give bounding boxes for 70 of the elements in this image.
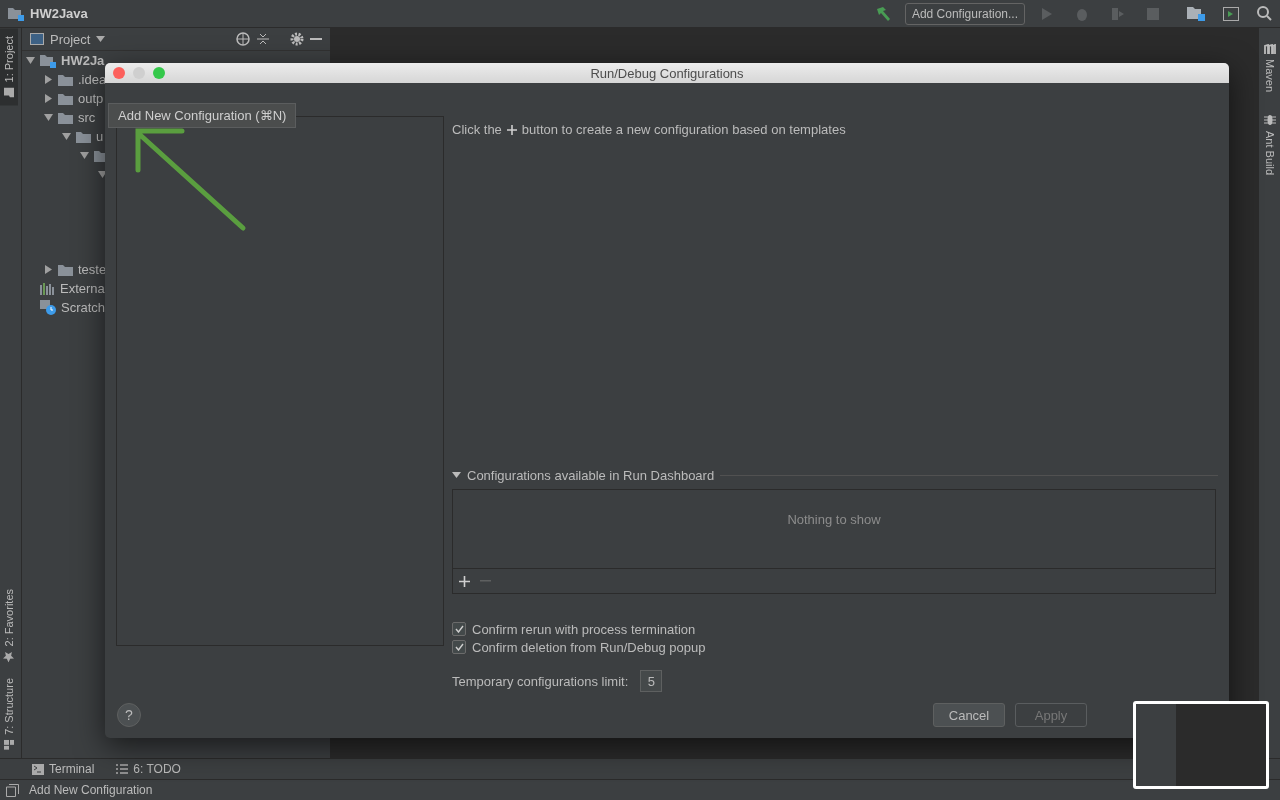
ant-icon [1263, 114, 1276, 127]
screenshot-thumbnail[interactable] [1133, 701, 1269, 789]
checkbox-label: Confirm rerun with process termination [472, 621, 696, 637]
section-title: Configurations available in Run Dashboard [467, 468, 715, 484]
collapse-all-icon[interactable] [256, 32, 270, 46]
project-view-dropdown[interactable]: Project [50, 31, 91, 47]
limit-label: Temporary configurations limit: [452, 673, 629, 689]
tooltip: Add New Configuration (⌘N) [108, 103, 297, 128]
folder-icon [4, 87, 14, 98]
terminal-window-icon[interactable] [1223, 6, 1239, 21]
folder-icon [58, 111, 73, 124]
tool-window-tab[interactable]: 6: TODO [116, 762, 181, 776]
crosshair-icon[interactable] [236, 32, 250, 46]
m-letter-icon [1263, 44, 1276, 54]
tool-window-tab[interactable]: Terminal [32, 762, 95, 776]
list-icon [116, 764, 129, 774]
collapsed-arrow-icon[interactable] [44, 94, 53, 103]
expanded-arrow-icon[interactable] [26, 56, 35, 65]
tool-window-tab[interactable]: Maven [1259, 36, 1280, 101]
close-window-button[interactable] [113, 67, 125, 79]
expanded-arrow-icon[interactable] [452, 472, 461, 480]
window-icon[interactable] [6, 783, 19, 797]
status-text: Add New Configuration [29, 783, 153, 797]
tree-item-label[interactable]: Scratch [61, 300, 106, 315]
module-folder-icon [8, 6, 24, 21]
expanded-arrow-icon[interactable] [44, 113, 53, 122]
settings-icon[interactable] [290, 32, 304, 46]
tool-window-tab[interactable]: 7: Structure [0, 670, 18, 758]
scratch-icon [40, 300, 56, 315]
dialog-button[interactable]: Cancel [933, 703, 1005, 727]
hint-text: Click the [452, 122, 502, 138]
folder-icon[interactable] [1187, 6, 1205, 21]
collapsed-arrow-icon[interactable] [44, 75, 53, 84]
caret-icon[interactable] [96, 36, 106, 42]
checkbox-label: Confirm deletion from Run/Debug popup [472, 639, 706, 655]
tree-item-label[interactable]: HW2Ja [61, 53, 105, 68]
folder-icon [58, 92, 73, 105]
window-icon [30, 33, 44, 45]
dialog-title: Run/Debug Configurations [590, 65, 744, 81]
terminal-icon [32, 763, 44, 775]
expanded-arrow-icon[interactable] [80, 151, 89, 160]
empty-state-text: Nothing to show [787, 512, 881, 530]
limit-input-field[interactable]: 5 [640, 670, 663, 692]
folder-icon [58, 263, 73, 276]
tree-item-label[interactable]: u [96, 129, 104, 144]
tree-item-label[interactable]: teste [78, 262, 107, 277]
tree-item-label[interactable]: outp [78, 91, 104, 106]
help-button[interactable]: ? [117, 703, 141, 727]
tree-item-label[interactable]: Externa [60, 281, 105, 296]
expanded-arrow-icon[interactable] [62, 132, 71, 141]
tool-window-tab[interactable]: 2: Favorites [0, 580, 18, 671]
folder-icon [58, 73, 73, 86]
collapsed-arrow-icon[interactable] [44, 265, 53, 274]
tool-window-tab[interactable]: 1: Project [0, 28, 18, 106]
add-configuration-button[interactable]: Add Configuration... [904, 2, 1025, 25]
folder-icon [76, 130, 91, 143]
project-title: HW2Java [30, 6, 88, 21]
checkbox[interactable] [452, 622, 466, 636]
plus-icon [506, 124, 517, 135]
search-icon[interactable] [1257, 6, 1272, 21]
hint-text: button to create a new configuration based on templates [521, 122, 846, 138]
tree-item-label[interactable]: src [78, 110, 96, 125]
library-icon [40, 282, 55, 295]
tool-window-tab[interactable]: Ant Build [1259, 106, 1280, 184]
module-folder-icon [40, 53, 56, 68]
star-icon [3, 651, 15, 663]
tree-item-label[interactable]: .idea [78, 72, 107, 87]
structure-icon [4, 740, 14, 750]
add-icon[interactable] [459, 575, 470, 587]
checkbox[interactable] [452, 640, 466, 654]
